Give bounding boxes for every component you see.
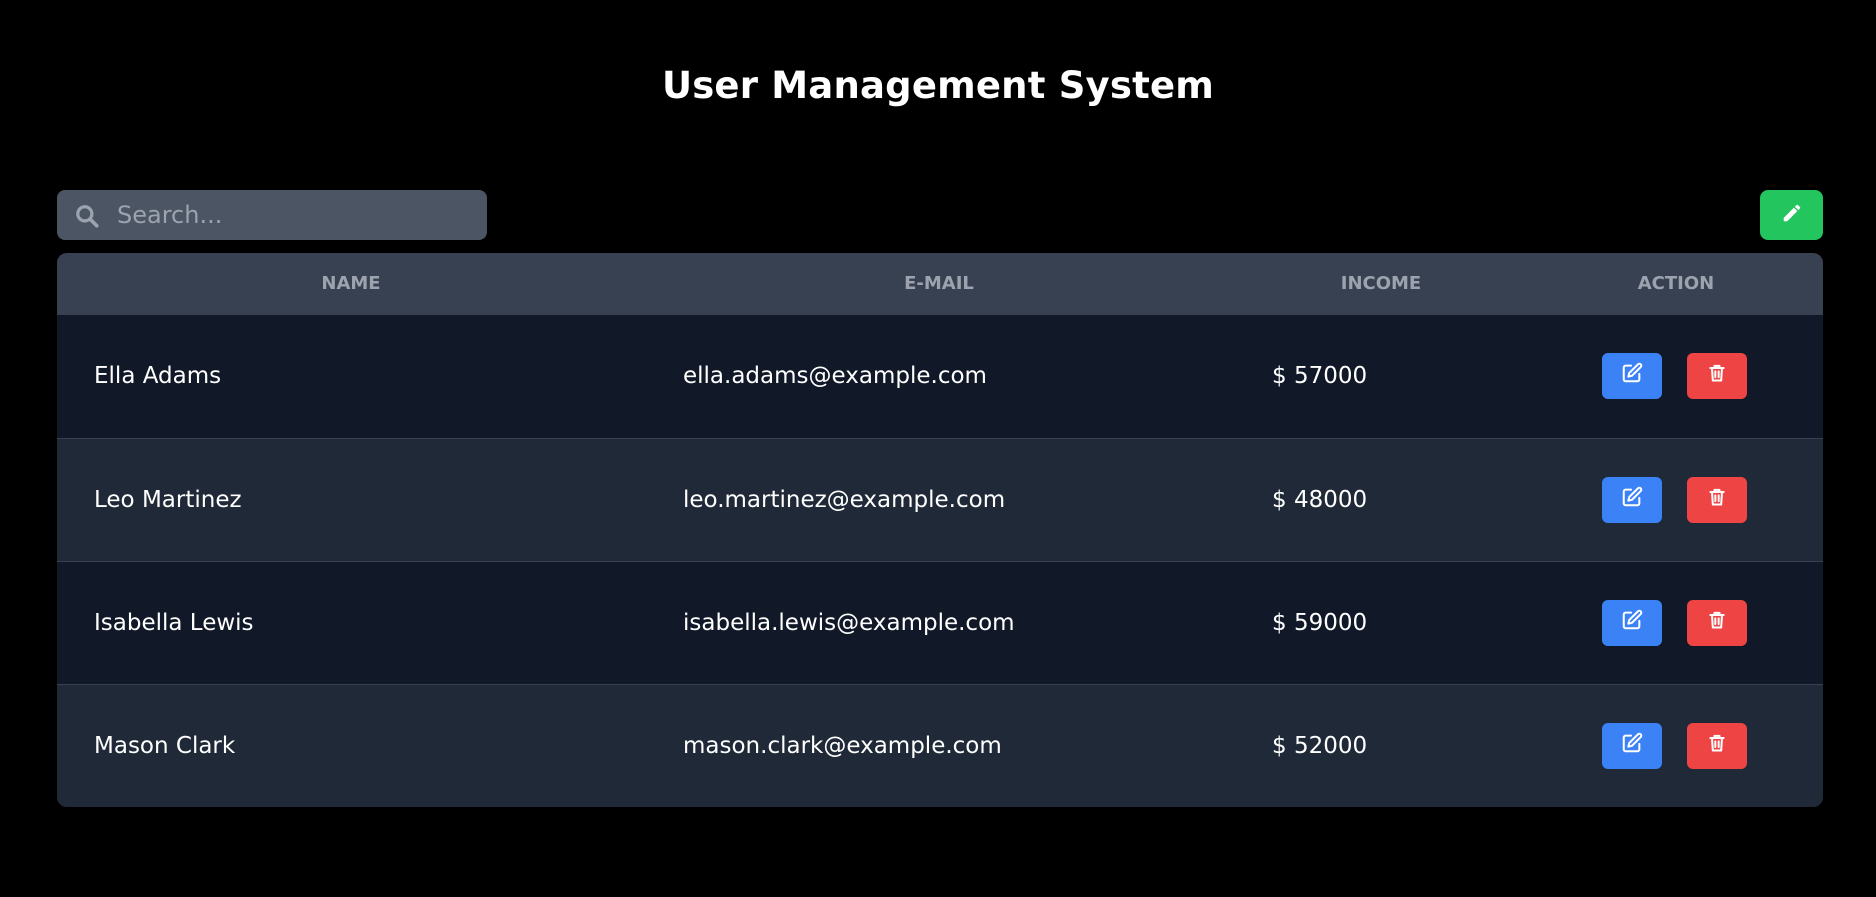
edit-button[interactable] xyxy=(1602,600,1662,646)
edit-button[interactable] xyxy=(1602,477,1662,523)
users-table: NAME E-MAIL INCOME ACTION Ella Adams ell… xyxy=(57,253,1823,807)
cell-name: Ella Adams xyxy=(94,363,222,389)
cell-name: Mason Clark xyxy=(94,733,236,759)
delete-button[interactable] xyxy=(1687,723,1747,769)
column-header-name: NAME xyxy=(321,273,381,294)
cell-email: isabella.lewis@example.com xyxy=(683,610,1015,636)
table-row: Mason Clark mason.clark@example.com $ 52… xyxy=(57,684,1823,807)
cell-email: leo.martinez@example.com xyxy=(683,487,1006,513)
cell-income: $ 59000 xyxy=(1272,610,1368,636)
edit-icon xyxy=(1621,609,1643,637)
cell-email: ella.adams@example.com xyxy=(683,363,987,389)
cell-income: $ 57000 xyxy=(1272,363,1368,389)
edit-icon xyxy=(1621,486,1643,514)
page-title: User Management System xyxy=(661,64,1215,107)
search-box[interactable] xyxy=(57,190,487,240)
column-header-action: ACTION xyxy=(1637,273,1715,294)
table-row: Leo Martinez leo.martinez@example.com $ … xyxy=(57,438,1823,561)
table-row: Isabella Lewis isabella.lewis@example.co… xyxy=(57,561,1823,684)
delete-button[interactable] xyxy=(1687,353,1747,399)
edit-button[interactable] xyxy=(1602,723,1662,769)
trash-icon xyxy=(1707,362,1727,390)
cell-income: $ 52000 xyxy=(1272,733,1368,759)
cell-email: mason.clark@example.com xyxy=(683,733,1002,759)
delete-button[interactable] xyxy=(1687,477,1747,523)
trash-icon xyxy=(1707,609,1727,637)
edit-icon xyxy=(1621,362,1643,390)
table-row: Ella Adams ella.adams@example.com $ 5700… xyxy=(57,315,1823,438)
table-body: Ella Adams ella.adams@example.com $ 5700… xyxy=(57,315,1823,807)
search-input[interactable] xyxy=(117,190,477,240)
cell-name: Leo Martinez xyxy=(94,487,242,513)
column-header-email: E-MAIL xyxy=(904,273,974,294)
column-header-income: INCOME xyxy=(1340,273,1422,294)
delete-button[interactable] xyxy=(1687,600,1747,646)
table-header: NAME E-MAIL INCOME ACTION xyxy=(57,253,1823,315)
edit-button[interactable] xyxy=(1602,353,1662,399)
add-user-button[interactable] xyxy=(1760,190,1823,240)
cell-income: $ 48000 xyxy=(1272,487,1368,513)
edit-icon xyxy=(1621,732,1643,760)
search-icon xyxy=(74,203,100,229)
cell-name: Isabella Lewis xyxy=(94,610,254,636)
trash-icon xyxy=(1707,486,1727,514)
pencil-icon xyxy=(1781,202,1803,228)
trash-icon xyxy=(1707,732,1727,760)
